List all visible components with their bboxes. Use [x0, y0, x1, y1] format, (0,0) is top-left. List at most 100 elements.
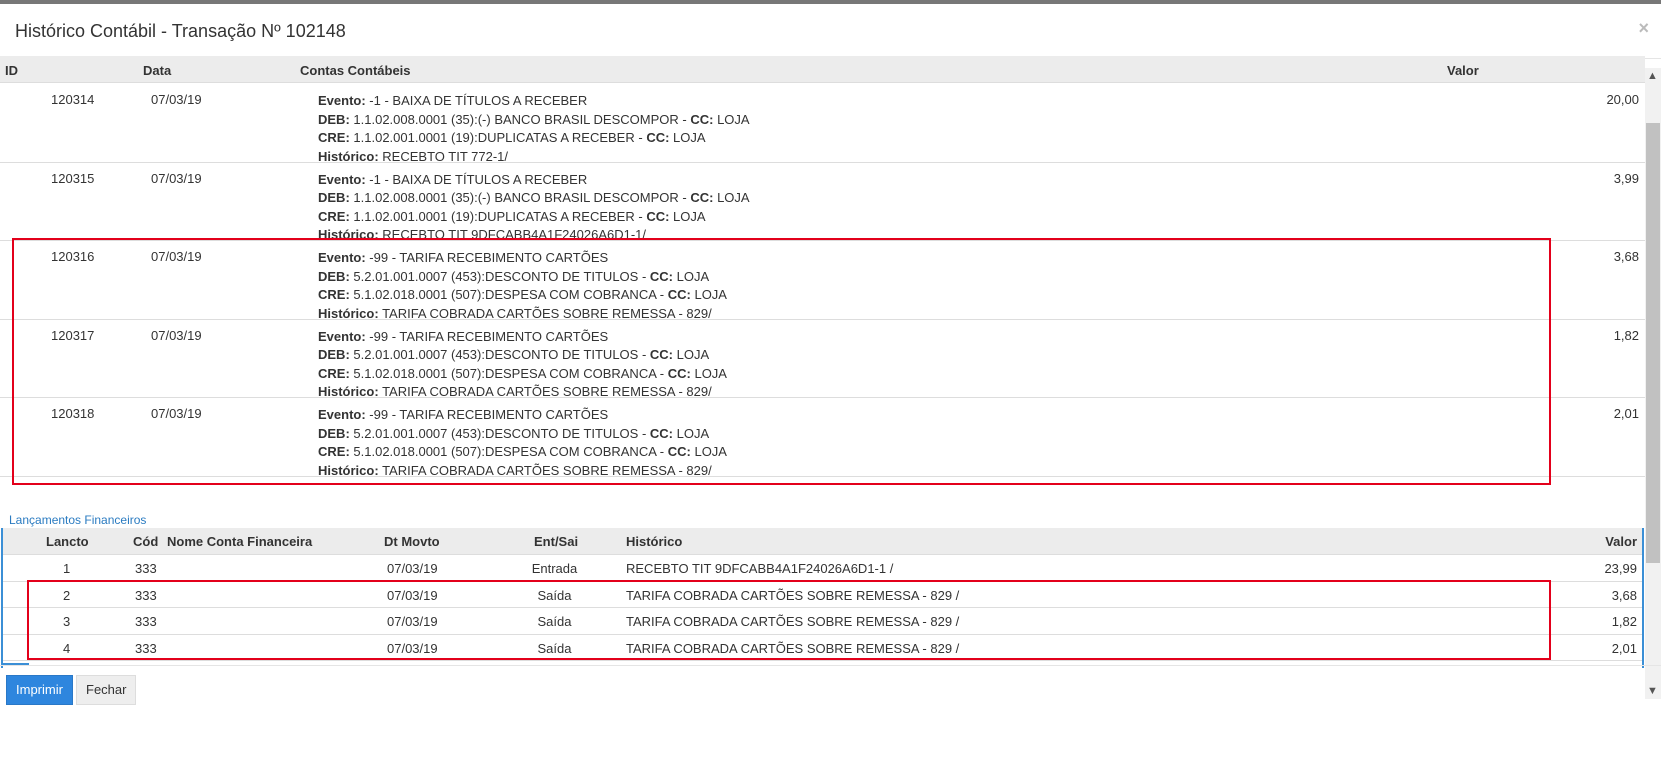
row-value: 3,99: [1613, 170, 1639, 186]
row-value: 20,00: [1606, 92, 1639, 107]
event-line: Evento: -1 - BAIXA DE TÍTULOS A RECEBER: [318, 171, 750, 190]
cre-label: CRE:: [318, 287, 350, 302]
scrollbar-thumb[interactable]: [1646, 123, 1660, 563]
history-label: Histórico:: [318, 462, 379, 478]
deb-line: DEB: 1.1.02.008.0001 (35):(-) BANCO BRAS…: [318, 111, 750, 130]
header-ent-sai: Ent/Sai: [534, 534, 579, 549]
history-label: Histórico:: [318, 227, 379, 242]
event-label: Evento:: [318, 93, 366, 108]
cre-label: CRE:: [318, 208, 350, 224]
cell-value: 23,99: [1604, 561, 1637, 576]
cell-history: TARIFA COBRADA CARTÕES SOBRE REMESSA - 8…: [626, 587, 960, 603]
header-lancto: Lancto: [46, 534, 89, 549]
header-history: Histórico: [626, 534, 683, 549]
cre-cc-value: LOJA: [694, 287, 727, 302]
event-label: Evento:: [318, 328, 366, 344]
vertical-scrollbar[interactable]: ▲ ▼: [1645, 68, 1661, 699]
history-value: TARIFA COBRADA CARTÕES SOBRE REMESSA - 8…: [382, 305, 712, 321]
row-accounts: Evento: -1 - BAIXA DE TÍTULOS A RECEBER D…: [318, 171, 750, 245]
event-label: Evento:: [318, 250, 366, 265]
history-label: Histórico:: [318, 148, 379, 164]
row-id: 120317: [51, 327, 95, 343]
cell-history: RECEBTO TIT 9DFCABB4A1F24026A6D1-1 /: [626, 561, 894, 576]
chevron-up-icon[interactable]: ▲: [1647, 70, 1658, 82]
cell-history: TARIFA COBRADA CARTÕES SOBRE REMESSA - 8…: [626, 640, 960, 656]
row-id: 120316: [51, 249, 95, 264]
cell-history: TARIFA COBRADA CARTÕES SOBRE REMESSA - 8…: [626, 614, 960, 629]
cre-cc-value: LOJA: [694, 365, 727, 381]
cc-label: CC:: [667, 287, 691, 302]
row-accounts: Evento: -99 - TARIFA RECEBIMENTO CARTÕES…: [318, 406, 727, 480]
deb-line: DEB: 5.2.01.001.0007 (453):DESCONTO DE T…: [318, 346, 727, 365]
cell-ent-sai: Entrada: [531, 561, 578, 576]
header-value: Valor: [1447, 63, 1479, 78]
row-date: 07/03/19: [151, 406, 202, 421]
financial-table-header: Lancto Cód Nome Conta Financeira Dt Movt…: [3, 528, 1642, 555]
event-label: Evento:: [318, 407, 366, 422]
cre-value: 5.1.02.018.0001 (507):DESPESA COM COBRAN…: [353, 287, 665, 302]
accounting-table-header: ID Data Contas Contábeis Valor: [0, 56, 1645, 83]
event-line: Evento: -1 - BAIXA DE TÍTULOS A RECEBER: [318, 92, 750, 111]
accounting-row: 120314 07/03/19 Evento: -1 - BAIXA DE TÍTU…: [0, 84, 1645, 166]
accounting-row: 120316 07/03/19 Evento: -99 - TARIFA RECEB…: [0, 241, 1645, 323]
header-id: ID: [5, 63, 18, 78]
deb-label: DEB:: [318, 347, 350, 362]
row-id: 120314: [51, 92, 95, 107]
deb-label: DEB:: [318, 425, 350, 441]
deb-label: DEB:: [318, 268, 350, 284]
event-value: -99 - TARIFA RECEBIMENTO CARTÕES: [369, 250, 609, 265]
cre-value: 5.1.02.018.0001 (507):DESPESA COM COBRAN…: [353, 365, 665, 381]
cre-label: CRE:: [318, 130, 350, 145]
header-date: Data: [143, 63, 172, 78]
row-id: 120315: [51, 170, 95, 186]
cell-value: 3,68: [1611, 587, 1637, 603]
financial-row: 1 333 07/03/19 Entrada RECEBTO TIT 9DFCABB4A…: [3, 555, 1642, 582]
header-cod: Cód: [133, 534, 159, 549]
financial-row: 2 333 07/03/19 Saída TARIFA COBRADA CARTÕES …: [3, 582, 1642, 608]
cc-label: CC:: [690, 190, 714, 205]
event-line: Evento: -99 - TARIFA RECEBIMENTO CARTÕES: [318, 328, 727, 347]
accounting-row: 120318 07/03/19 Evento: -99 - TARIFA RECEB…: [0, 398, 1645, 480]
event-value: -99 - TARIFA RECEBIMENTO CARTÕES: [369, 328, 609, 344]
cc-label: CC:: [646, 208, 670, 224]
history-line: Histórico: TARIFA COBRADA CARTÕES SOBRE …: [318, 462, 727, 481]
event-line: Evento: -99 - TARIFA RECEBIMENTO CARTÕES: [318, 406, 727, 425]
cre-value: 5.1.02.018.0001 (507):DESPESA COM COBRAN…: [353, 444, 665, 459]
deb-value: 5.2.01.001.0007 (453):DESCONTO DE TITULO…: [353, 347, 647, 362]
header-name: Nome Conta Financeira: [167, 534, 313, 549]
history-label: Histórico:: [318, 305, 379, 321]
cre-label: CRE:: [318, 365, 350, 381]
history-value: TARIFA COBRADA CARTÕES SOBRE REMESSA - 8…: [382, 384, 712, 399]
cre-value: 1.1.02.001.0001 (19):DUPLICATAS A RECEBE…: [353, 130, 643, 145]
deb-value: 1.1.02.008.0001 (35):(-) BANCO BRASIL DE…: [353, 190, 687, 205]
accounting-table-body: 120314 07/03/19 Evento: -1 - BAIXA DE TÍTU…: [0, 84, 1645, 502]
close-button[interactable]: Fechar: [76, 675, 137, 705]
cre-value: 1.1.02.001.0001 (19):DUPLICATAS A RECEBE…: [353, 208, 643, 224]
cre-label: CRE:: [318, 444, 350, 459]
row-date: 07/03/19: [151, 92, 202, 107]
deb-cc-value: LOJA: [676, 425, 710, 441]
close-icon[interactable]: ×: [1638, 18, 1649, 39]
event-label: Evento:: [318, 171, 366, 187]
cre-line: CRE: 1.1.02.001.0001 (19):DUPLICATAS A R…: [318, 208, 750, 227]
row-date: 07/03/19: [151, 327, 202, 343]
header-accounts: Contas Contábeis: [300, 63, 411, 78]
event-value: -99 - TARIFA RECEBIMENTO CARTÕES: [369, 407, 609, 422]
row-accounts: Evento: -99 - TARIFA RECEBIMENTO CARTÕES…: [318, 249, 727, 323]
row-value: 1,82: [1613, 327, 1639, 343]
row-accounts: Evento: -99 - TARIFA RECEBIMENTO CARTÕES…: [318, 328, 727, 402]
print-button[interactable]: Imprimir: [6, 675, 73, 705]
history-value: TARIFA COBRADA CARTÕES SOBRE REMESSA - 8…: [382, 462, 712, 478]
deb-line: DEB: 5.2.01.001.0007 (453):DESCONTO DE T…: [318, 268, 727, 287]
modal-title: Histórico Contábil - Transação Nº 102148: [15, 21, 346, 41]
cre-cc-value: LOJA: [673, 208, 706, 224]
accounting-history-modal: Histórico Contábil - Transação Nº 102148…: [0, 4, 1661, 765]
row-accounts: Evento: -1 - BAIXA DE TÍTULOS A RECEBER D…: [318, 92, 750, 166]
event-line: Evento: -99 - TARIFA RECEBIMENTO CARTÕES: [318, 249, 727, 268]
deb-value: 5.2.01.001.0007 (453):DESCONTO DE TITULO…: [353, 268, 647, 284]
cc-label: CC:: [646, 130, 670, 145]
cc-label: CC:: [649, 347, 674, 362]
deb-line: DEB: 5.2.01.001.0007 (453):DESCONTO DE T…: [318, 425, 727, 444]
deb-label: DEB:: [318, 190, 350, 205]
deb-value: 5.2.01.001.0007 (453):DESCONTO DE TITULO…: [353, 425, 647, 441]
